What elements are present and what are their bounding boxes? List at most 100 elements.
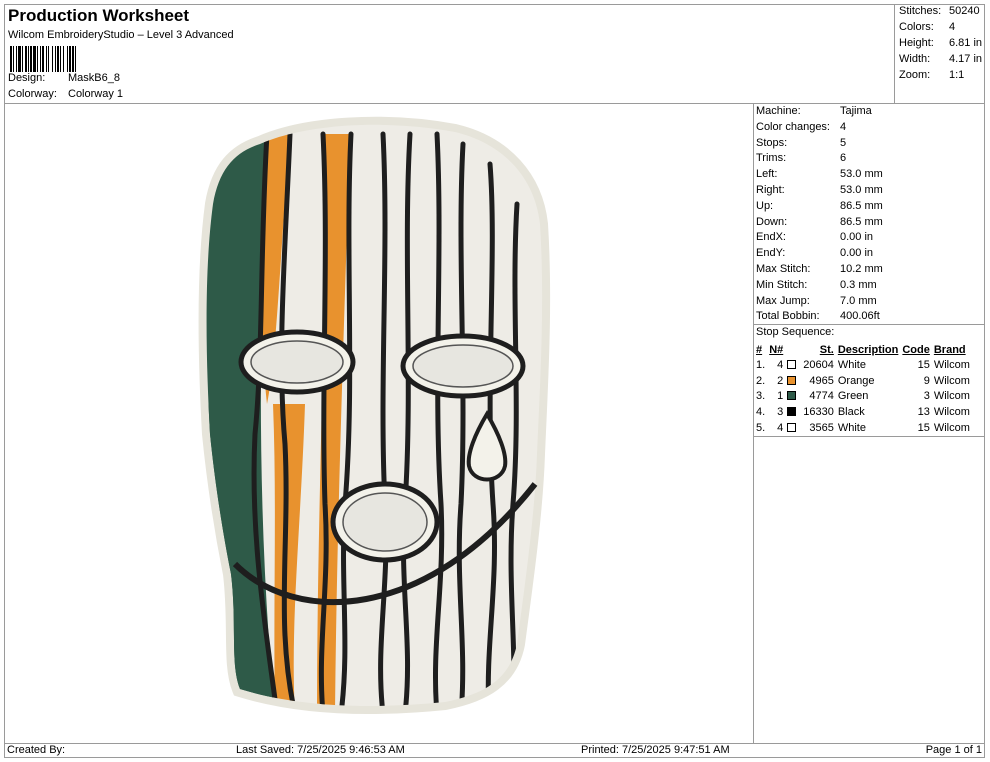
width-label: Width: [899,53,931,65]
height-label: Height: [899,37,934,49]
row-brand: Wilcom [933,406,970,419]
info-row: Machine: Tajima [756,105,872,117]
design-row: Design: MaskB6_8 [8,72,120,84]
col-stitches: St. [819,343,834,356]
table-divider [753,436,985,437]
colorway-label: Colorway: [8,88,57,100]
info-label: EndX: [756,231,786,244]
col-code: Code [902,343,930,356]
stitches-row: Stitches: 50240 [899,5,980,17]
row-description: White [837,358,866,371]
info-row: Total Bobbin: 400.06ft [756,310,880,322]
barcode [10,46,136,72]
info-label: Stops: [756,136,788,149]
info-label: Up: [756,199,774,212]
info-value: 10.2 mm [840,263,883,275]
height-value: 6.81 in [949,37,983,49]
info-label: EndY: [756,247,786,260]
worksheet-header: Production Worksheet Wilcom EmbroiderySt… [4,4,895,103]
row-needle: 3 [777,406,784,419]
row-brand: Wilcom [933,422,970,435]
info-label: Down: [756,215,788,228]
thread-color-swatch [787,407,797,417]
row-needle: 1 [777,390,784,403]
row-stitches: 4774 [809,390,834,403]
info-label: Right: [756,184,785,196]
color-swatch [785,389,801,405]
info-row: Left: 53.0 mm [756,168,883,180]
row-code: 3 [923,390,930,403]
printed-date: Printed: 7/25/2025 9:47:51 AM [581,744,730,756]
row-description: Black [837,406,865,419]
row-code: 15 [917,422,930,435]
color-swatch [785,373,801,389]
info-row: Down: 86.5 mm [756,216,883,228]
page-number: Page 1 of 1 [925,744,982,756]
colors-value: 4 [949,21,956,33]
zoom-label: Zoom: [899,69,931,81]
table-header-row: # N# St. Description Code Brand [754,342,972,357]
table-row: 2. 2 4965 Orange 9 Wilcom [754,373,972,389]
thread-color-swatch [787,391,797,401]
stitches-value: 50240 [949,5,980,17]
stop-sequence-table: # N# St. Description Code Brand 1. 4 20604… [754,342,972,436]
zoom-row: Zoom: 1:1 [899,69,964,81]
table-row: 4. 3 16330 Black 13 Wilcom [754,404,972,420]
software-name: Wilcom EmbroideryStudio – Level 3 Advanc… [8,29,234,41]
row-needle: 4 [777,358,784,371]
mask-embroidery-image [198,116,551,714]
row-needle: 2 [777,374,784,387]
row-brand: Wilcom [933,374,970,387]
info-label: Max Jump: [756,294,810,307]
colorway-value: Colorway 1 [68,88,124,100]
row-num: 2. [756,374,766,387]
info-value: 0.00 in [840,231,874,244]
info-row: Max Stitch: 10.2 mm [756,263,883,275]
col-num: # [756,343,763,356]
info-value: Tajima [840,105,872,117]
table-row: 5. 4 3565 White 15 Wilcom [754,420,972,436]
info-value: 6 [840,152,847,165]
info-value: 53.0 mm [840,184,883,196]
row-code: 13 [917,406,930,419]
colorway-row: Colorway: Colorway 1 [8,88,123,100]
row-stitches: 20604 [803,358,834,371]
info-row: Stops: 5 [756,137,846,149]
col-description: Description [837,343,899,356]
info-value: 400.06ft [840,310,880,323]
info-value: 86.5 mm [840,215,883,228]
colors-label: Colors: [899,21,934,33]
info-row: Min Stitch: 0.3 mm [756,279,877,291]
info-row: Color changes: 4 [756,121,846,133]
created-by: Created By: [7,744,66,756]
design-label: Design: [8,72,46,84]
stop-sequence-title: Stop Sequence: [756,326,835,338]
info-value: 0.3 mm [840,278,877,291]
design-value: MaskB6_8 [68,72,120,84]
thread-color-swatch [787,423,797,433]
row-code: 9 [923,374,930,387]
info-divider [753,324,985,325]
col-brand: Brand [933,343,966,356]
info-value: 5 [840,136,847,149]
info-value: 53.0 mm [840,168,883,181]
info-row: Max Jump: 7.0 mm [756,295,877,307]
row-num: 1. [756,358,766,371]
row-num: 5. [756,422,766,435]
info-label: Left: [756,168,778,181]
row-description: White [837,422,866,435]
info-label: Trims: [756,152,787,165]
info-value: 86.5 mm [840,199,883,212]
color-swatch [785,357,801,373]
design-preview [5,104,753,743]
row-stitches: 3565 [809,422,834,435]
thread-color-swatch [787,359,797,369]
row-stitches: 4965 [809,374,834,387]
row-brand: Wilcom [933,390,970,403]
info-label: Max Stitch: [756,263,811,275]
info-label: Machine: [756,105,801,117]
info-row: EndX: 0.00 in [756,231,873,243]
info-value: 0.00 in [840,247,874,260]
row-stitches: 16330 [803,406,834,419]
colors-row: Colors: 4 [899,21,955,33]
